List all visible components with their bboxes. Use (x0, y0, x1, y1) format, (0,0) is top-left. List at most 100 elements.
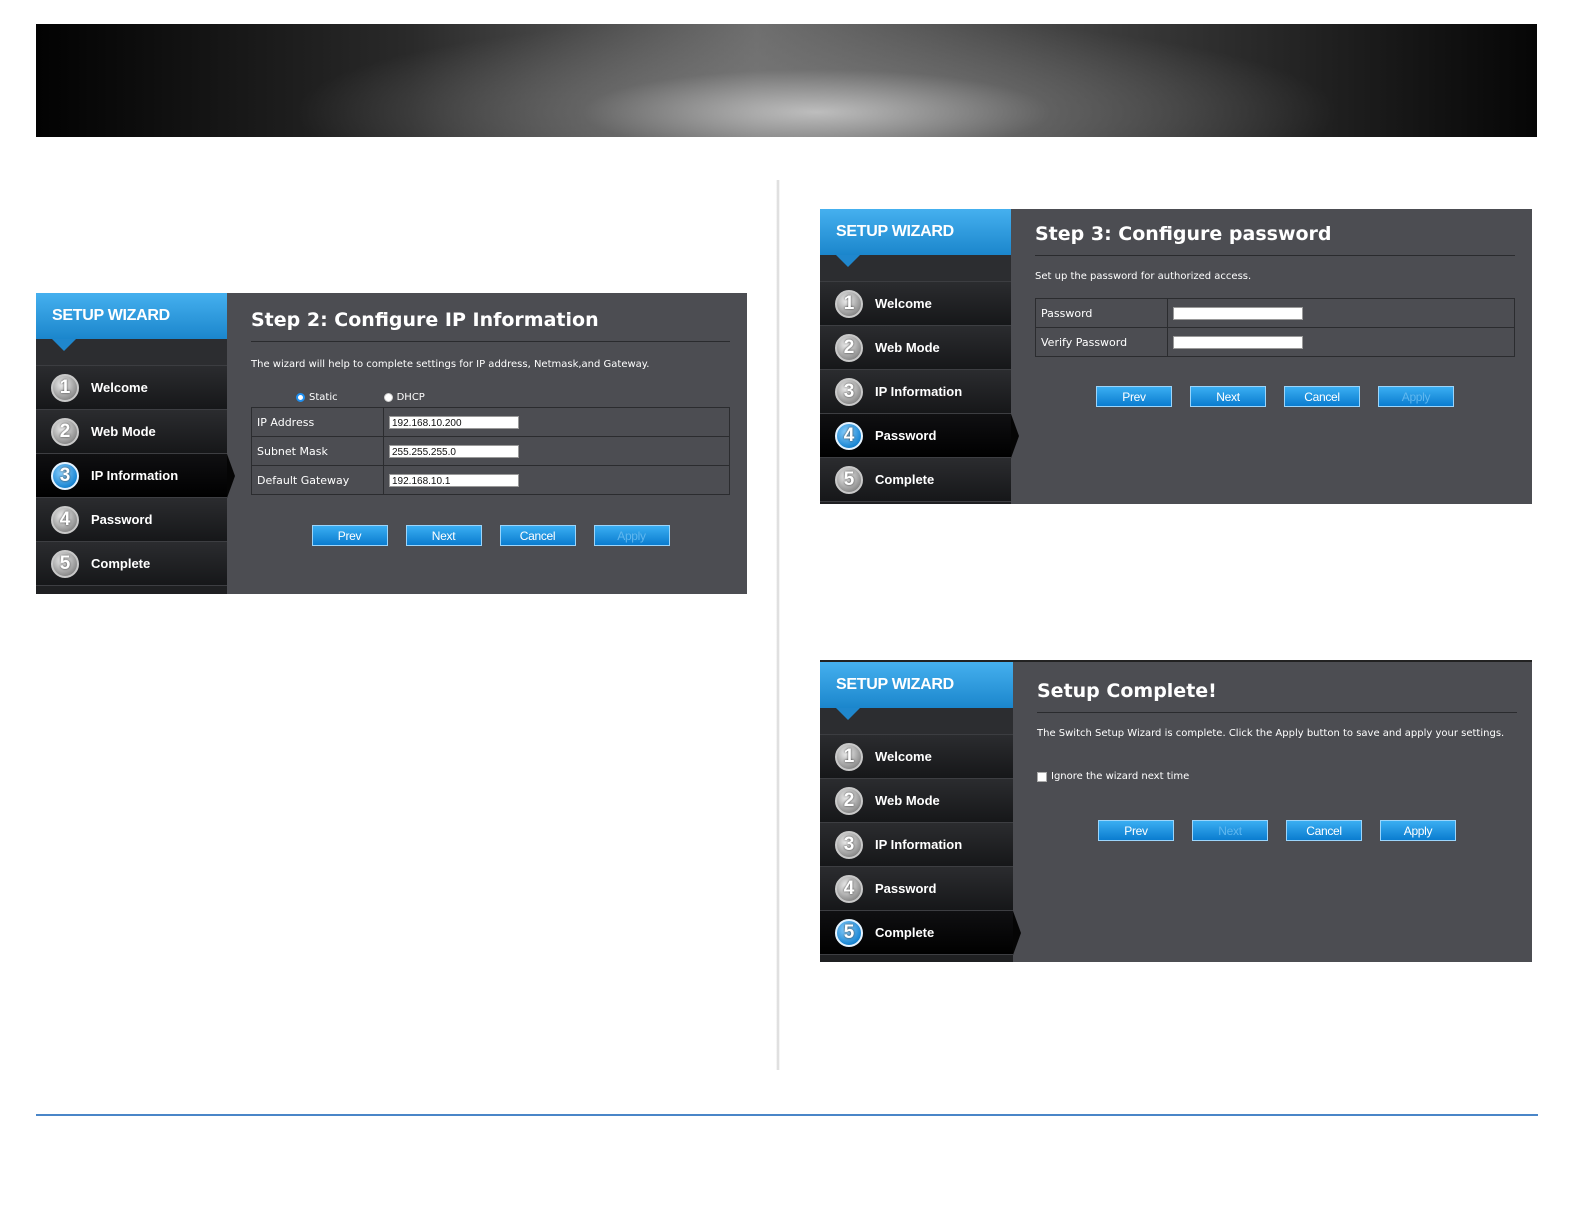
verify-password-input[interactable] (1173, 335, 1303, 349)
apply-button[interactable]: Apply (1380, 820, 1456, 841)
sidebar-item-password[interactable]: 4 Password (820, 414, 1019, 458)
footer-line (36, 1114, 1538, 1116)
column-divider (776, 180, 780, 1070)
apply-button[interactable]: Apply (593, 525, 670, 546)
sidebar-item-label: Password (875, 881, 937, 896)
sidebar-item-web-mode[interactable]: 2 Web Mode (820, 779, 1013, 823)
apply-button[interactable]: Apply (1378, 386, 1454, 407)
sidebar-item-welcome[interactable]: 1 Welcome (820, 282, 1011, 326)
field-label: Default Gateway (251, 465, 384, 495)
sidebar-item-label: IP Information (91, 468, 179, 483)
button-bar: Prev Next Cancel Apply (1035, 386, 1515, 407)
sidebar-item-label: Complete (91, 556, 151, 571)
wizard-sidebar: SETUP WIZARD 1 Welcome 2 Web Mode 3 IP Info… (36, 293, 235, 594)
sidebar-item-web-mode[interactable]: 2 Web Mode (820, 326, 1011, 370)
table-row: Subnet Mask 255.255.255.0 (251, 436, 730, 466)
page-title: Step 2: Configure IP Information (251, 309, 730, 342)
sidebar-item-label: Password (875, 428, 937, 443)
button-bar: Prev Next Cancel Apply (1037, 820, 1517, 841)
step-number-icon: 2 (835, 333, 863, 362)
sidebar-item-label: IP Information (875, 837, 963, 852)
field-label: Verify Password (1035, 327, 1168, 357)
sidebar-item-label: Complete (875, 472, 935, 487)
ip-address-input[interactable]: 192.168.10.200 (389, 415, 519, 429)
ip-settings-table: IP Address 192.168.10.200 Subnet Mask 255.… (251, 407, 730, 495)
sidebar-item-label: IP Information (875, 384, 963, 399)
setup-wizard-header: SETUP WIZARD (36, 293, 227, 351)
wizard-content: Step 2: Configure IP Information The wiz… (251, 293, 730, 594)
dhcp-radio[interactable]: DHCP (383, 392, 425, 403)
cancel-button[interactable]: Cancel (1286, 820, 1362, 841)
step-number-icon: 5 (835, 918, 863, 947)
sidebar-item-web-mode[interactable]: 2 Web Mode (36, 410, 227, 454)
sidebar-item-password[interactable]: 4 Password (36, 498, 227, 542)
wizard-content: Step 3: Configure password Set up the pa… (1035, 209, 1515, 504)
setup-wizard-header: SETUP WIZARD (820, 209, 1011, 267)
radio-label: DHCP (396, 392, 425, 403)
step-number-icon: 4 (835, 421, 863, 450)
wizard-content: Setup Complete! The Switch Setup Wizard … (1037, 662, 1517, 962)
page-description: Set up the password for authorized acces… (1035, 271, 1252, 282)
table-row: IP Address 192.168.10.200 (251, 407, 730, 437)
default-gateway-input[interactable]: 192.168.10.1 (389, 473, 519, 487)
wizard-sidebar: SETUP WIZARD 1 Welcome 2 Web Mode 3 IP Info… (820, 209, 1019, 504)
subnet-mask-input[interactable]: 255.255.255.0 (389, 444, 519, 458)
sidebar-item-label: Web Mode (875, 340, 940, 355)
ip-mode-radio-group: Static DHCP (296, 392, 730, 403)
sidebar-item-complete[interactable]: 5 Complete (820, 458, 1011, 502)
step-number-icon: 1 (835, 289, 863, 318)
next-button[interactable]: Next (405, 525, 482, 546)
table-row: Password (1035, 298, 1515, 328)
step-number-icon: 1 (835, 742, 863, 771)
sidebar-item-label: Welcome (875, 296, 932, 311)
checkbox-label: Ignore the wizard next time (1051, 771, 1190, 782)
page-title: Setup Complete! (1037, 680, 1517, 713)
button-bar: Prev Next Cancel Apply (251, 525, 730, 546)
ignore-wizard-checkbox[interactable]: Ignore the wizard next time (1037, 771, 1517, 782)
sidebar-item-ip-information[interactable]: 3 IP Information (820, 370, 1011, 414)
cancel-button[interactable]: Cancel (1284, 386, 1360, 407)
password-table: Password Verify Password (1035, 298, 1515, 357)
sidebar-item-complete[interactable]: 5 Complete (820, 911, 1021, 955)
prev-button[interactable]: Prev (1096, 386, 1172, 407)
step-number-icon: 3 (835, 377, 863, 406)
cancel-button[interactable]: Cancel (499, 525, 576, 546)
sidebar-item-password[interactable]: 4 Password (820, 867, 1013, 911)
sidebar-item-label: Web Mode (875, 793, 940, 808)
next-button[interactable]: Next (1192, 820, 1268, 841)
radio-selected-icon (296, 393, 305, 402)
page-description: The Switch Setup Wizard is complete. Cli… (1037, 728, 1505, 739)
field-label: Subnet Mask (251, 436, 384, 466)
checkbox-icon[interactable] (1037, 771, 1047, 782)
wizard-step2-screenshot: SETUP WIZARD 1 Welcome 2 Web Mode 3 IP Info… (36, 293, 747, 594)
sidebar-item-ip-information[interactable]: 3 IP Information (36, 454, 235, 498)
setup-wizard-header: SETUP WIZARD (820, 662, 1013, 720)
sidebar-item-label: Complete (875, 925, 935, 940)
password-input[interactable] (1173, 306, 1303, 320)
step-number-icon: 2 (51, 417, 79, 446)
sidebar-item-welcome[interactable]: 1 Welcome (820, 735, 1013, 779)
step-number-icon: 5 (51, 549, 79, 578)
sidebar-item-label: Web Mode (91, 424, 156, 439)
sidebar-item-welcome[interactable]: 1 Welcome (36, 366, 227, 410)
wizard-sidebar: SETUP WIZARD 1 Welcome 2 Web Mode 3 IP Info… (820, 662, 1021, 962)
prev-button[interactable]: Prev (1098, 820, 1174, 841)
table-row: Default Gateway 192.168.10.1 (251, 465, 730, 495)
radio-label: Static (309, 392, 338, 403)
sidebar-item-ip-information[interactable]: 3 IP Information (820, 823, 1013, 867)
wizard-step3-screenshot: SETUP WIZARD 1 Welcome 2 Web Mode 3 IP Info… (820, 209, 1532, 504)
prev-button[interactable]: Prev (311, 525, 388, 546)
wizard-complete-screenshot: SETUP WIZARD 1 Welcome 2 Web Mode 3 IP Info… (820, 660, 1532, 962)
sidebar-item-complete[interactable]: 5 Complete (36, 542, 227, 586)
step-number-icon: 2 (835, 786, 863, 815)
next-button[interactable]: Next (1190, 386, 1266, 407)
page-description: The wizard will help to complete setting… (251, 359, 650, 370)
table-row: Verify Password (1035, 327, 1515, 357)
step-number-icon: 4 (835, 874, 863, 903)
step-number-icon: 3 (51, 461, 79, 490)
static-radio[interactable]: Static (296, 392, 338, 403)
page-title: Step 3: Configure password (1035, 223, 1515, 256)
sidebar-item-label: Welcome (875, 749, 932, 764)
step-number-icon: 3 (835, 830, 863, 859)
field-label: Password (1035, 298, 1168, 328)
